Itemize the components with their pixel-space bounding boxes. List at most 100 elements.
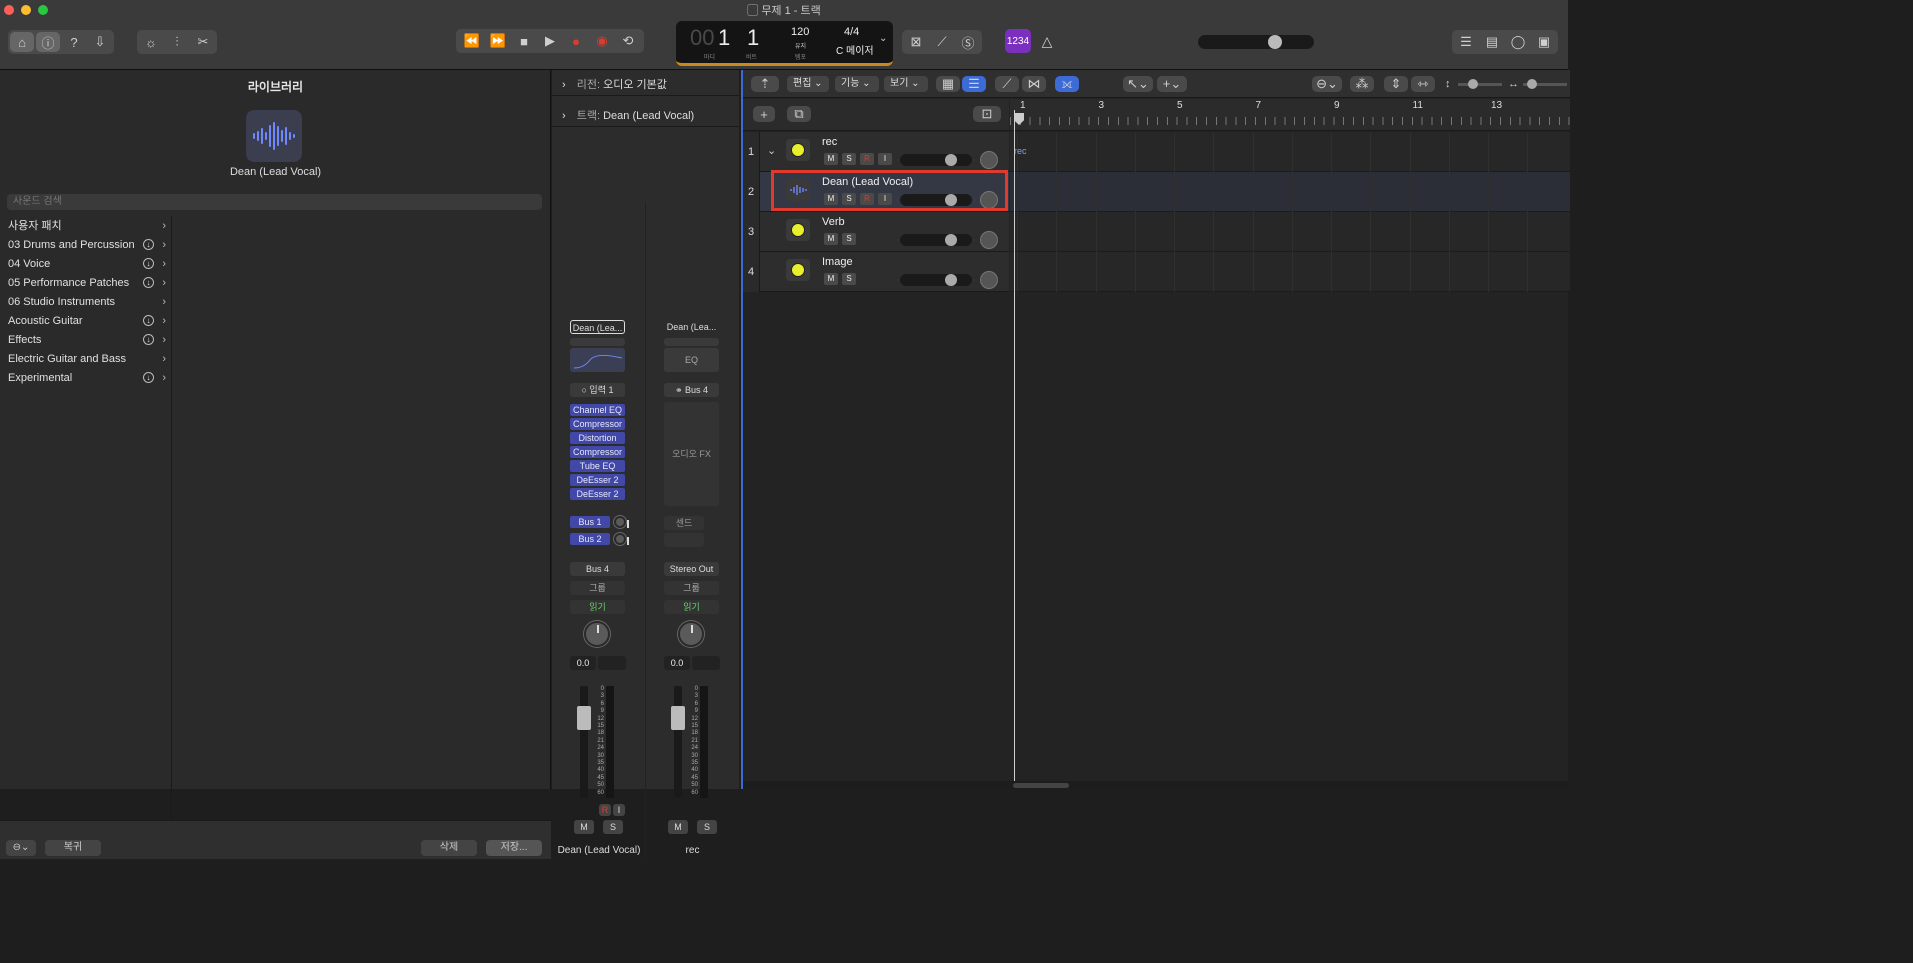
snap-icon[interactable]: ⊖⌄: [1312, 76, 1342, 92]
library-item[interactable]: 05 Performance Patches ↓ ›: [0, 274, 172, 293]
record-enable-button[interactable]: R: [599, 804, 611, 816]
media-browser-icon[interactable]: ▣: [1532, 32, 1556, 52]
library-icon[interactable]: ⌂: [10, 32, 34, 52]
sends-slot[interactable]: 센드: [664, 516, 704, 530]
eq-curve-display[interactable]: [570, 348, 625, 372]
flex-icon[interactable]: ⋈: [1022, 76, 1046, 92]
track-header[interactable]: 4 Image M S: [743, 252, 1009, 292]
automation-icon[interactable]: ⟋: [995, 76, 1019, 92]
automation-mode[interactable]: 읽기: [570, 600, 625, 614]
track-inspector-row[interactable]: › 트랙: Dean (Lead Vocal): [552, 105, 739, 127]
track-name[interactable]: Verb: [822, 216, 845, 228]
view-menu[interactable]: 보기 ⌄: [884, 76, 928, 92]
plugin-slot[interactable]: Channel EQ: [570, 404, 625, 416]
bar-ruler[interactable]: 1 3 5 7 9 11 13: [1010, 99, 1570, 131]
download-icon[interactable]: ↓: [143, 315, 154, 326]
volume-readout[interactable]: 0.0: [570, 656, 596, 670]
list-editors-icon[interactable]: ☰: [1454, 32, 1478, 52]
setting-button[interactable]: Dean (Lea...: [664, 320, 719, 334]
send-level-knob[interactable]: [614, 533, 629, 545]
track-volume-slider[interactable]: [900, 274, 972, 286]
solo-button[interactable]: S: [842, 233, 856, 245]
fader-cap[interactable]: [671, 706, 685, 730]
waveform-zoom-icon[interactable]: ⁂: [1350, 76, 1374, 92]
track-volume-slider[interactable]: [900, 234, 972, 246]
record-icon[interactable]: ●: [564, 31, 588, 51]
region-label[interactable]: rec: [1014, 146, 1027, 156]
track-pan-knob[interactable]: [980, 231, 998, 249]
editors-icon[interactable]: ✂: [191, 32, 215, 52]
smart-controls-icon[interactable]: ☼: [139, 32, 163, 52]
zoom-horizontal-icon[interactable]: ⇿: [1411, 76, 1435, 92]
library-search-input[interactable]: [7, 194, 542, 210]
delete-button[interactable]: 삭제: [421, 840, 477, 856]
track-name[interactable]: rec: [822, 136, 837, 148]
volume-fader[interactable]: [671, 686, 685, 798]
library-item[interactable]: Experimental ↓ ›: [0, 369, 172, 388]
group-slot[interactable]: 그룹: [664, 581, 719, 595]
library-item[interactable]: Effects ↓ ›: [0, 331, 172, 350]
mute-button[interactable]: M: [824, 153, 838, 165]
lcd-chevron-icon[interactable]: ⌄: [879, 33, 887, 44]
marquee-tool-icon[interactable]: +⌄: [1157, 76, 1187, 92]
action-menu-icon[interactable]: ⊖⌄: [6, 840, 36, 856]
plugin-slot[interactable]: Distortion: [570, 432, 625, 444]
notepad-icon[interactable]: ▤: [1480, 32, 1504, 52]
track-pan-knob[interactable]: [980, 151, 998, 169]
plugin-slot[interactable]: Compressor: [570, 418, 625, 430]
horizontal-zoom-thumb[interactable]: [1527, 79, 1537, 89]
master-volume-slider[interactable]: [1198, 35, 1314, 49]
solo-button[interactable]: S: [603, 820, 623, 834]
mixer-icon[interactable]: ⫶: [165, 32, 189, 52]
mute-button[interactable]: M: [574, 820, 594, 834]
quick-help-icon[interactable]: ?: [62, 32, 86, 52]
automation-mode[interactable]: 읽기: [664, 600, 719, 614]
pan-knob[interactable]: [678, 621, 704, 647]
mute-button[interactable]: M: [668, 820, 688, 834]
volume-fader[interactable]: [577, 686, 591, 798]
output-slot[interactable]: Bus 4: [570, 562, 625, 576]
send-slot-empty[interactable]: [664, 533, 704, 547]
lcd-display[interactable]: 00 1 1 마디 비트 120 유지 템포 4/4 C 메이저 ⌄: [676, 21, 893, 66]
vertical-zoom-slider[interactable]: [1458, 79, 1502, 89]
library-item[interactable]: 04 Voice ↓ ›: [0, 255, 172, 274]
tracks-view-icon[interactable]: ☰: [962, 76, 986, 92]
save-button[interactable]: 저장...: [486, 840, 542, 856]
fader-cap[interactable]: [577, 706, 591, 730]
download-icon[interactable]: ↓: [143, 334, 154, 345]
stop-icon[interactable]: ■: [512, 31, 536, 51]
count-in-button[interactable]: 1234: [1005, 29, 1031, 53]
input-monitor-button[interactable]: I: [613, 804, 625, 816]
send-level-knob[interactable]: [614, 516, 629, 528]
zoom-vertical-icon[interactable]: ⇕: [1384, 76, 1408, 92]
mute-button[interactable]: M: [824, 273, 838, 285]
download-icon[interactable]: ↓: [143, 239, 154, 250]
volume-readout[interactable]: 0.0: [664, 656, 690, 670]
fast-forward-icon[interactable]: ⏩: [486, 31, 510, 51]
track-header[interactable]: 3 Verb M S: [743, 212, 1009, 252]
rewind-icon[interactable]: ⏪: [460, 31, 484, 51]
functions-menu[interactable]: 기능 ⌄: [835, 76, 879, 92]
capture-record-icon[interactable]: ◉: [590, 31, 614, 51]
scrollbar-thumb[interactable]: [1013, 783, 1069, 788]
library-item[interactable]: 사용자 패치 ›: [0, 217, 172, 236]
download-icon[interactable]: ↓: [143, 277, 154, 288]
up-arrow-icon[interactable]: ⇡: [751, 76, 779, 92]
solo-button[interactable]: S: [842, 273, 856, 285]
download-icon[interactable]: ↓: [143, 372, 154, 383]
disclosure-chevron-icon[interactable]: ⌄: [767, 144, 776, 157]
record-enable-button[interactable]: R: [860, 153, 874, 165]
grid-view-icon[interactable]: ▦: [936, 76, 960, 92]
input-slot[interactable]: ⚭ Bus 4: [664, 383, 719, 397]
plugin-slot[interactable]: Compressor: [570, 446, 625, 458]
library-item[interactable]: 03 Drums and Percussion ↓ ›: [0, 236, 172, 255]
vertical-zoom-thumb[interactable]: [1468, 79, 1478, 89]
solo-mode-icon[interactable]: Ⓢ: [956, 32, 980, 52]
catch-icon[interactable]: ⟗: [1055, 76, 1079, 92]
plugin-slot[interactable]: DeEsser 2: [570, 474, 625, 486]
mute-button[interactable]: M: [824, 233, 838, 245]
master-volume-thumb[interactable]: [1268, 35, 1282, 49]
global-tracks-icon[interactable]: ⊡: [973, 106, 1001, 122]
pointer-tool-icon[interactable]: ↖⌄: [1123, 76, 1153, 92]
download-icon[interactable]: ↓: [143, 258, 154, 269]
